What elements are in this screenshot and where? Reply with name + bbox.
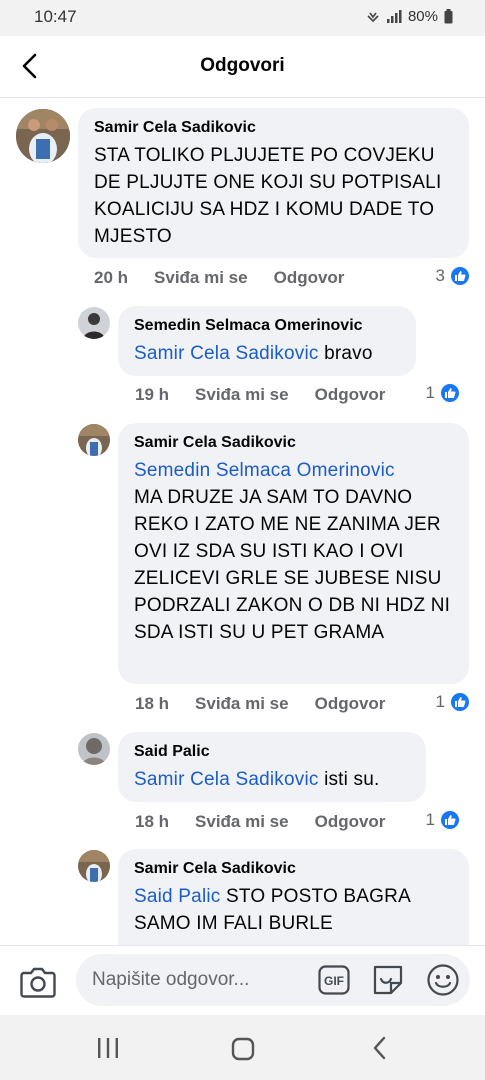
camera-icon: [20, 967, 56, 998]
reply-button[interactable]: Odgovor: [315, 385, 386, 405]
comment-body: MA DRUZE JA SAM TO DAVNO REKO I ZATO ME …: [134, 487, 451, 643]
mention-link[interactable]: Samir Cela Sadikovic: [134, 343, 319, 364]
avatar[interactable]: [78, 424, 110, 456]
comment-text: Samir Cela Sadikovic isti su.: [134, 766, 410, 793]
system-nav-bar: [0, 1015, 485, 1080]
gif-label: GIF: [324, 974, 344, 988]
comment-time: 18 h: [135, 812, 170, 831]
like-icon: [439, 809, 461, 831]
like-count-value: 3: [435, 266, 445, 285]
reply-composer: GIF: [0, 945, 485, 1015]
reply-button[interactable]: Odgovor: [315, 694, 386, 714]
comment-author[interactable]: Samir Cela Sadikovic: [94, 118, 453, 138]
signal-icon: [386, 9, 402, 23]
like-count[interactable]: 1: [426, 382, 461, 404]
battery-icon: [444, 9, 453, 24]
comment-bubble[interactable]: Samir Cela Sadikovic STA TOLIKO PLJUJETE…: [78, 108, 469, 258]
comment-author[interactable]: Samir Cela Sadikovic: [134, 433, 453, 453]
reply-input[interactable]: [92, 954, 302, 1006]
home-button[interactable]: [231, 1037, 255, 1061]
comment-bubble[interactable]: Samir Cela Sadikovic Semedin Selmaca Ome…: [118, 423, 469, 684]
comment-time: 19 h: [135, 385, 170, 404]
page-title: Odgovori: [200, 55, 285, 76]
header: Odgovori: [0, 36, 485, 98]
comment-bubble[interactable]: Said Palic Samir Cela Sadikovic isti su.: [118, 732, 426, 802]
mention-link[interactable]: Said Palic: [134, 886, 221, 907]
reply-input-container[interactable]: GIF: [76, 954, 470, 1006]
comment-text: STA TOLIKO PLJUJETE PO COVJEKU DE PLJUJT…: [94, 145, 442, 247]
comment-thread[interactable]: Samir Cela Sadikovic STA TOLIKO PLJUJETE…: [0, 99, 485, 945]
comment-meta: 18 h Sviđa mi se Odgovor: [135, 812, 411, 832]
comment-time: 18 h: [135, 694, 170, 713]
mention-link[interactable]: Semedin Selmaca Omerinovic: [134, 460, 395, 481]
comment-body: bravo: [324, 343, 373, 364]
comment-author[interactable]: Semedin Selmaca Omerinovic: [134, 316, 400, 336]
emoji-button[interactable]: [426, 963, 460, 997]
like-button[interactable]: Sviđa mi se: [195, 694, 289, 714]
gif-button[interactable]: GIF: [318, 965, 350, 995]
camera-button[interactable]: [18, 964, 58, 1000]
like-button[interactable]: Sviđa mi se: [195, 812, 289, 832]
like-count[interactable]: 1: [426, 809, 461, 831]
recent-apps-button[interactable]: [96, 1037, 120, 1059]
like-icon: [449, 265, 471, 287]
avatar[interactable]: [78, 307, 110, 339]
gif-icon: GIF: [318, 965, 350, 995]
like-button[interactable]: Sviđa mi se: [195, 385, 289, 405]
home-icon: [231, 1037, 255, 1061]
comment-meta: 20 h Sviđa mi se Odgovor: [94, 268, 370, 288]
like-count-value: 1: [425, 383, 435, 402]
emoji-icon: [427, 964, 459, 996]
comment-body: isti su.: [324, 769, 380, 790]
like-count[interactable]: 1: [436, 691, 471, 713]
status-bar: 10:47 80%: [0, 0, 485, 36]
like-count[interactable]: 3: [436, 265, 471, 287]
reply-button[interactable]: Odgovor: [274, 268, 345, 288]
wifi-icon: [367, 12, 379, 22]
battery-percent: 80%: [407, 8, 438, 25]
sticker-icon: [373, 965, 403, 995]
comment-meta: 18 h Sviđa mi se Odgovor: [135, 694, 411, 714]
nav-back-icon: [373, 1036, 386, 1060]
avatar[interactable]: [78, 850, 110, 882]
status-icons: 80%: [366, 8, 453, 25]
comment-text: Semedin Selmaca Omerinovic MA DRUZE JA SA…: [134, 457, 453, 646]
sticker-button[interactable]: [371, 963, 405, 997]
avatar[interactable]: [16, 109, 70, 163]
mention-link[interactable]: Samir Cela Sadikovic: [134, 769, 319, 790]
system-back-button[interactable]: [370, 1035, 390, 1061]
comment-meta: 19 h Sviđa mi se Odgovor: [135, 385, 411, 405]
comment-text: Samir Cela Sadikovic bravo: [134, 340, 400, 367]
like-button[interactable]: Sviđa mi se: [154, 268, 248, 288]
like-count-value: 1: [435, 692, 445, 711]
comment-author[interactable]: Said Palic: [134, 742, 410, 762]
reply-button[interactable]: Odgovor: [315, 812, 386, 832]
comment-author[interactable]: Samir Cela Sadikovic: [134, 859, 453, 879]
status-time: 10:47: [34, 7, 77, 26]
comment-bubble[interactable]: Samir Cela Sadikovic Said Palic STO POST…: [118, 849, 469, 945]
like-count-value: 1: [425, 810, 435, 829]
comment-time: 20 h: [94, 268, 129, 287]
comment-bubble[interactable]: Semedin Selmaca Omerinovic Samir Cela Sa…: [118, 306, 416, 376]
recent-apps-icon: [98, 1038, 118, 1058]
comment-text: Said Palic STO POSTO BAGRA SAMO IM FALI …: [134, 883, 453, 937]
like-icon: [449, 691, 471, 713]
avatar[interactable]: [78, 733, 110, 765]
like-icon: [439, 382, 461, 404]
